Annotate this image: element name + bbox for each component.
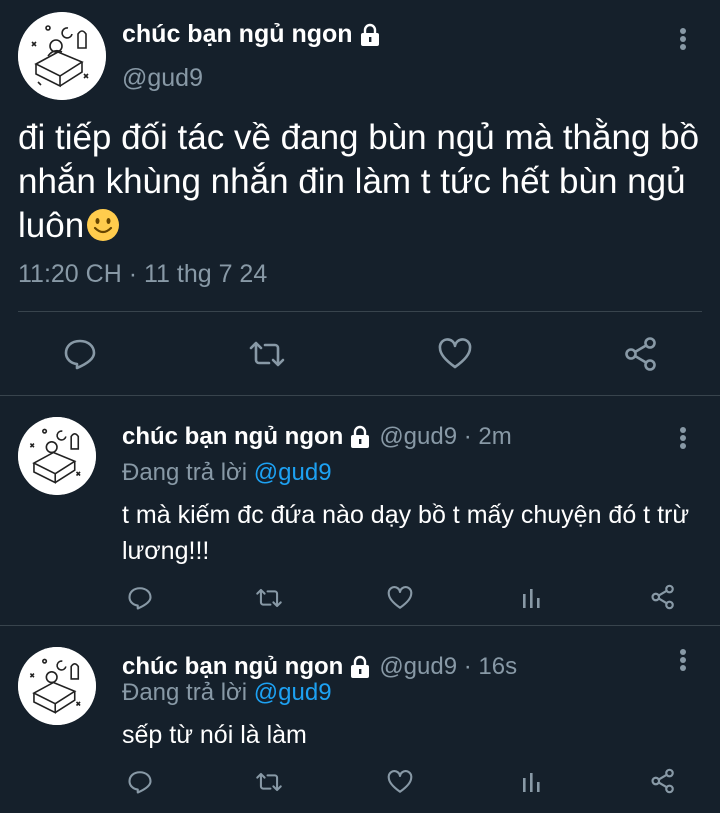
reply-text: sếp từ nói là làm [122, 721, 307, 749]
replying-to: Đang trả lời @gud9 [122, 679, 332, 707]
divider [18, 311, 702, 312]
reply-button[interactable] [124, 583, 156, 613]
reply-icon [128, 587, 152, 610]
share-icon [625, 337, 656, 371]
like-button[interactable] [434, 336, 476, 372]
like-icon [387, 586, 413, 609]
avatar-image [18, 12, 106, 100]
display-name[interactable]: chúc bạn ngủ ngon [122, 20, 353, 49]
reply-button[interactable] [58, 336, 102, 372]
main-tweet: chúc bạn ngủ ngon @gud9 đi tiếp đối tác … [0, 0, 720, 396]
retweet-icon [249, 341, 285, 367]
share-button[interactable] [646, 581, 680, 613]
analytics-icon [523, 773, 540, 792]
retweet-button[interactable] [252, 583, 286, 613]
reply-meta: @gud9 · 16s [379, 653, 518, 680]
retweet-button[interactable] [252, 767, 286, 797]
tweet-text: đi tiếp đối tác về đang bùn ngủ mà thằng… [18, 116, 708, 248]
reply-button[interactable] [124, 767, 156, 797]
author-handle[interactable]: @gud9 [122, 64, 203, 93]
like-button[interactable] [384, 583, 416, 613]
share-icon [651, 584, 674, 610]
avatar[interactable] [18, 12, 106, 100]
reply-text: t mà kiếm đc đứa nào dạy bồ t mấy chuyện… [122, 501, 690, 565]
avatar-image [18, 417, 96, 495]
reply-meta: @gud9 · 2m [379, 423, 512, 450]
more-icon[interactable] [678, 647, 688, 675]
replying-prefix: Đang trả lời [122, 459, 248, 486]
retweet-icon [256, 588, 282, 608]
avatar-image [18, 647, 96, 725]
tweet-timestamp[interactable]: 11:20 CH · 11 thg 7 24 [18, 260, 267, 289]
share-button[interactable] [620, 334, 662, 374]
reply-tweet[interactable]: chúc bạn ngủ ngon @gud9 · 2m Đang trả lờ… [0, 397, 720, 626]
display-name[interactable]: chúc bạn ngủ ngon [122, 653, 343, 681]
lock-icon [351, 655, 370, 678]
reply-icon [128, 771, 152, 794]
like-icon [387, 770, 413, 793]
like-icon [438, 338, 472, 369]
analytics-icon [523, 589, 540, 608]
author-name-row: chúc bạn ngủ ngon [122, 20, 381, 49]
smile-emoji [87, 209, 120, 241]
share-button[interactable] [646, 765, 680, 797]
avatar[interactable] [18, 647, 96, 725]
author-name-row: chúc bạn ngủ ngon @gud9 · 16s [122, 653, 517, 681]
avatar[interactable] [18, 417, 96, 495]
analytics-button[interactable] [516, 767, 548, 797]
reply-tweet[interactable]: chúc bạn ngủ ngon @gud9 · 16s Đang trả l… [0, 627, 720, 813]
more-icon[interactable] [678, 26, 688, 54]
lock-icon [360, 23, 379, 46]
mention-link[interactable]: @gud9 [254, 459, 332, 486]
share-icon [651, 768, 674, 794]
replying-prefix: Đang trả lời [122, 679, 248, 706]
author-name-row: chúc bạn ngủ ngon @gud9 · 2m [122, 423, 512, 451]
like-button[interactable] [384, 767, 416, 797]
more-icon[interactable] [678, 425, 688, 453]
analytics-button[interactable] [516, 583, 548, 613]
replying-to: Đang trả lời @gud9 [122, 459, 332, 487]
reply-icon [64, 339, 96, 370]
lock-icon [351, 425, 370, 448]
display-name[interactable]: chúc bạn ngủ ngon [122, 423, 343, 451]
retweet-icon [256, 772, 282, 792]
mention-link[interactable]: @gud9 [254, 679, 332, 706]
retweet-button[interactable] [244, 336, 290, 372]
